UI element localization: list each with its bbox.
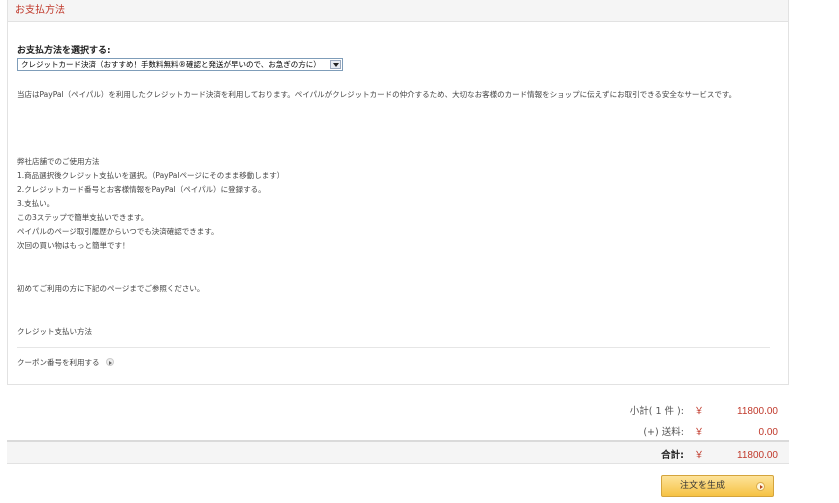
first-time-note: 初めてご利用の方に下記のページまでご参照ください。 [17,284,205,293]
panel-title: お支払方法 [15,5,65,16]
currency-symbol: ￥ [694,427,704,438]
subtotal-label: 小計( 1 件 ): [629,406,684,417]
currency-symbol: ￥ [694,406,704,417]
paypal-intro-text: 当店はPayPal（ペイパル）を利用したクレジットカード決済を利用しております。… [17,90,737,99]
currency-symbol: ￥ [694,450,704,461]
usage-note: ペイパルのページ取引履歴からいつでも決済確認できます。 [17,227,219,236]
dropdown-arrow-icon[interactable] [330,60,341,69]
shipping-value: 0.00 [758,427,778,438]
divider [17,347,770,348]
payment-select-heading: お支払方法を選択する: [17,46,111,56]
payment-method-select[interactable]: クレジットカード決済（おすすめ！手数料無料®確認と発送が早いので、お急ぎの方に） [17,58,343,71]
create-order-label: 注文を生成 [680,481,726,491]
usage-step: 3.支払い。 [17,199,55,208]
coupon-label: クーポン番号を利用する [17,358,100,367]
arrow-right-circle-icon [756,482,765,491]
payment-method-selected-value: クレジットカード決済（おすすめ！手数料無料®確認と発送が早いので、お急ぎの方に） [21,60,321,69]
arrow-right-circle-icon [105,358,114,366]
shipping-row: (+) 送料: ￥ 0.00 [594,424,778,438]
usage-note: 次回の買い物はもっと簡単です！ [17,241,130,250]
coupon-toggle[interactable]: クーポン番号を利用する [17,357,114,368]
usage-step: 2.クレジットカード番号とお客様情報をPayPal（ペイパル）に登録する。 [17,185,266,194]
subtotal-value: 11800.00 [737,406,778,417]
total-value: 11800.00 [737,450,778,461]
total-row: 合計: ￥ 11800.00 [594,447,778,461]
shipping-label: (+) 送料: [643,427,684,438]
usage-title: 弊社店舗でのご使用方法 [17,157,100,166]
usage-note: この3ステップで簡単支払いできます。 [17,213,149,222]
usage-step: 1.商品選択後クレジット支払いを選択。（PayPalページにそのまま移動します） [17,171,285,180]
create-order-button[interactable]: 注文を生成 [661,475,774,497]
credit-payment-link[interactable]: クレジット支払い方法 [17,326,92,337]
panel-header: お支払方法 [8,0,788,22]
subtotal-row: 小計( 1 件 ): ￥ 11800.00 [594,403,778,417]
total-label: 合計: [661,450,684,461]
